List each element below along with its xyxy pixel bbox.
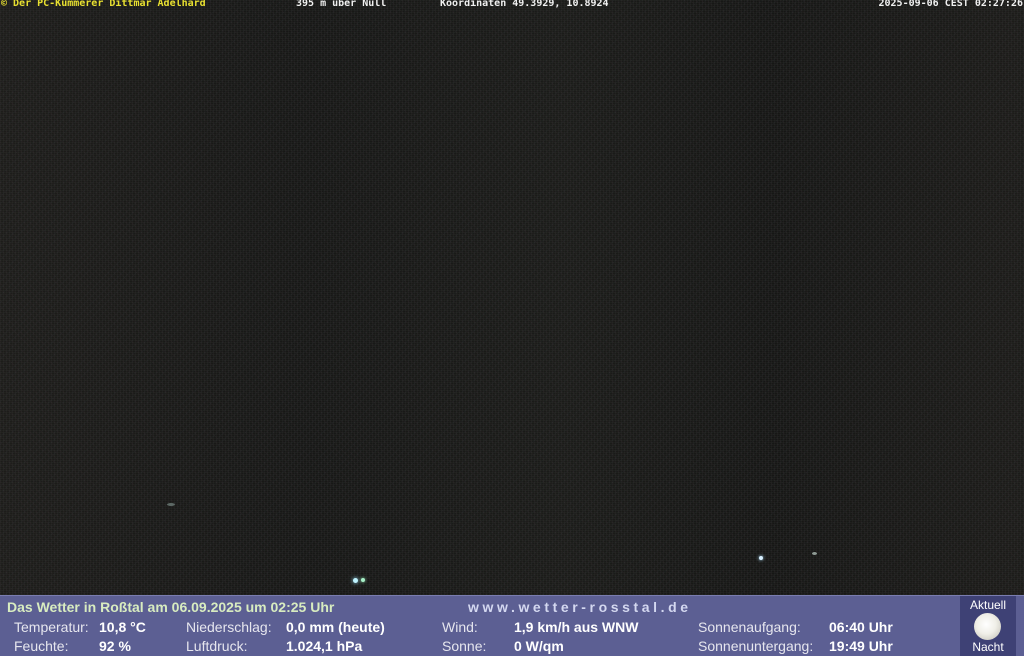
humidity-value: 92 % bbox=[99, 638, 131, 654]
coordinates-text: Koordinaten 49.3929, 10.8924 bbox=[440, 0, 609, 9]
temperature-label: Temperatur: bbox=[14, 619, 89, 635]
sun-radiation-label: Sonne: bbox=[442, 638, 487, 654]
full-moon-icon bbox=[974, 613, 1001, 640]
altitude-text: 395 m über Null bbox=[296, 0, 387, 9]
wind-label: Wind: bbox=[442, 619, 478, 635]
sunset-label: Sonnenuntergang: bbox=[698, 638, 814, 654]
temperature-value: 10,8 °C bbox=[99, 619, 146, 635]
light-point bbox=[812, 552, 817, 555]
sun-radiation-value: 0 W/qm bbox=[514, 638, 564, 654]
moon-top-label: Aktuell bbox=[969, 598, 1007, 612]
precipitation-value: 0,0 mm (heute) bbox=[286, 619, 385, 635]
moon-bottom-label: Nacht bbox=[972, 640, 1004, 654]
light-point bbox=[353, 578, 358, 583]
light-point bbox=[361, 578, 365, 582]
camera-info-overlay: © Der PC-Kümmerer Dittmar Adelhard 395 m… bbox=[0, 0, 1024, 10]
sunrise-label: Sonnenaufgang: bbox=[698, 619, 801, 635]
pressure-label: Luftdruck: bbox=[186, 638, 248, 654]
copyright-text: © Der PC-Kümmerer Dittmar Adelhard bbox=[1, 0, 206, 9]
webcam-view: © Der PC-Kümmerer Dittmar Adelhard 395 m… bbox=[0, 0, 1024, 656]
weather-title: Das Wetter in Roßtal am 06.09.2025 um 02… bbox=[7, 599, 335, 615]
timestamp-text: 2025-09-06 CEST 02:27:26 bbox=[878, 0, 1024, 9]
humidity-label: Feuchte: bbox=[14, 638, 69, 654]
light-point bbox=[759, 556, 763, 560]
night-camera-image bbox=[0, 0, 1024, 595]
precipitation-label: Niederschlag: bbox=[186, 619, 272, 635]
pressure-value: 1.024,1 hPa bbox=[286, 638, 363, 654]
light-point bbox=[167, 503, 175, 506]
weather-bar: Das Wetter in Roßtal am 06.09.2025 um 02… bbox=[0, 595, 1024, 656]
sunset-value: 19:49 Uhr bbox=[829, 638, 893, 654]
sunrise-value: 06:40 Uhr bbox=[829, 619, 893, 635]
moon-phase-panel: Aktuell Nacht bbox=[960, 596, 1016, 656]
website-url: www.wetter-rosstal.de bbox=[468, 599, 692, 615]
wind-value: 1,9 km/h aus WNW bbox=[514, 619, 639, 635]
